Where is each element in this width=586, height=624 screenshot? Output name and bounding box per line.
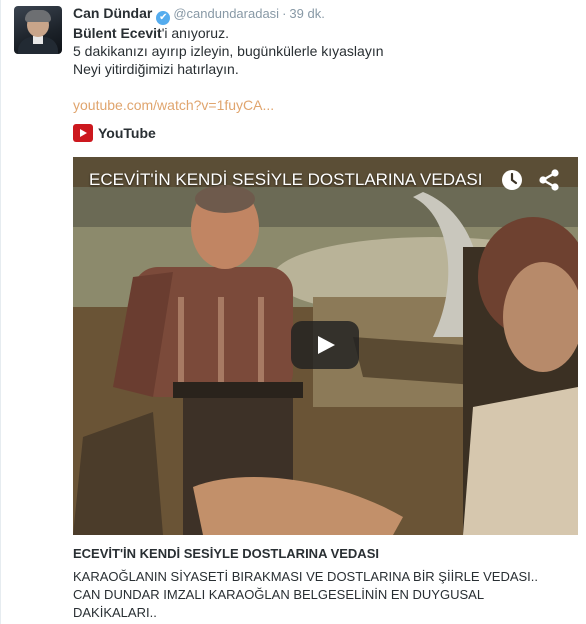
card-description-line: CAN DUNDAR IMZALI KARAOĞLAN BELGESELİNİN… xyxy=(73,587,485,602)
tweet-timestamp[interactable]: 39 dk. xyxy=(289,6,324,21)
author-name[interactable]: Can Dündar xyxy=(73,5,152,21)
provider-name: YouTube xyxy=(98,125,156,141)
mention-link[interactable]: Bülent Ecevit xyxy=(73,25,162,41)
play-icon xyxy=(318,336,335,354)
card-title[interactable]: ECEVİT'İN KENDİ SESİYLE DOSTLARINA VEDAS… xyxy=(73,546,379,561)
avatar[interactable] xyxy=(14,6,62,54)
verified-badge-icon: ✔ xyxy=(156,11,171,25)
tweet-header: Can Dündar ✔ @candundaradasi · 39 dk. xyxy=(73,3,578,25)
share-icon[interactable] xyxy=(538,168,560,192)
tweet-text-line: 5 dakikanızı ayırıp izleyin, bugünkülerl… xyxy=(73,43,384,59)
card-provider[interactable]: YouTube xyxy=(73,123,156,143)
card-description-line: KARAOĞLANIN SİYASETİ BIRAKMASI VE DOSTLA… xyxy=(73,569,539,584)
tweet: Can Dündar ✔ @candundaradasi · 39 dk. Bülent… xyxy=(73,3,578,142)
card-description-line: DAKİKALARI.. xyxy=(73,605,157,620)
timeline-divider xyxy=(0,0,1,624)
avatar-hair xyxy=(25,10,51,22)
clock-icon[interactable] xyxy=(501,169,523,191)
tweet-text-line: Neyi yitirdiğimizi hatırlayın. xyxy=(73,61,239,77)
youtube-logo-icon xyxy=(73,124,93,142)
avatar-collar xyxy=(33,36,43,44)
tweet-text-line: Bülent Ecevit'i anıyoruz. xyxy=(73,24,578,42)
tweet-text: Bülent Ecevit'i anıyoruz. 5 dakikanızı a… xyxy=(73,24,578,78)
header-separator: · xyxy=(282,6,287,21)
play-button[interactable] xyxy=(291,321,359,369)
video-player[interactable]: ECEVİT'İN KENDİ SESİYLE DOSTLARINA VEDAS… xyxy=(73,157,578,535)
video-link[interactable]: youtube.com/watch?v=1fuyCA... xyxy=(73,97,274,113)
tweet-text-fragment: 'i anıyoruz. xyxy=(161,25,229,41)
video-title-overlay: ECEVİT'İN KENDİ SESİYLE DOSTLARINA VEDAS… xyxy=(89,170,483,189)
card-description: KARAOĞLANIN SİYASETİ BIRAKMASI VE DOSTLA… xyxy=(73,568,578,622)
author-handle[interactable]: @candundaradasi xyxy=(173,6,279,21)
